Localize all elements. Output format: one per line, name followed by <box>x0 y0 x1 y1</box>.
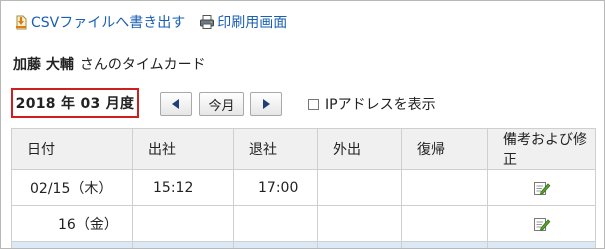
timecard-owner-title: 加藤 大輔 さんのタイムカード <box>13 54 206 74</box>
partial-cell <box>317 241 402 248</box>
col-date: 日付 <box>11 128 133 170</box>
edit-note-icon[interactable] <box>533 180 551 196</box>
table-row-partial <box>11 241 596 248</box>
current-month-label: 2018 年 03 月度 <box>15 96 135 112</box>
col-clock-in: 出社 <box>132 128 234 170</box>
row-clock-in <box>132 205 234 242</box>
printer-icon <box>200 15 215 29</box>
row-return <box>401 169 488 206</box>
row-date: 16（金） <box>11 205 133 242</box>
partial-cell <box>401 241 488 248</box>
row-out <box>317 205 402 242</box>
timecard-table: 日付 出社 退社 外出 復帰 備考および修正 02/15（木） 15:12 17… <box>11 128 596 248</box>
current-month-button[interactable]: 今月 <box>199 92 244 116</box>
row-clock-in: 15:12 <box>132 169 234 206</box>
prev-month-button[interactable] <box>160 92 192 116</box>
current-month-button-label: 今月 <box>208 98 235 114</box>
toolbar: CSVファイルへ書き出す 印刷用画面 <box>13 11 287 33</box>
print-view-label: 印刷用画面 <box>217 15 288 31</box>
show-ip-checkbox[interactable] <box>308 98 319 110</box>
partial-cell <box>132 241 234 248</box>
col-return: 復帰 <box>401 128 488 170</box>
csv-export-label: CSVファイルへ書き出す <box>31 15 186 31</box>
col-out: 外出 <box>317 128 402 170</box>
row-out <box>317 169 402 206</box>
table-header-row: 日付 出社 退社 外出 復帰 備考および修正 <box>11 128 596 170</box>
arrow-left-icon <box>172 99 179 109</box>
partial-cell <box>11 241 133 248</box>
timecard-panel: CSVファイルへ書き出す 印刷用画面 加藤 大輔 さんのタイムカード 2018 … <box>0 0 605 249</box>
user-name: 加藤 大輔 <box>13 57 74 73</box>
show-ip-toggle[interactable]: IPアドレスを表示 <box>308 94 436 114</box>
csv-export-link[interactable]: CSVファイルへ書き出す <box>13 12 185 32</box>
col-clock-out: 退社 <box>233 128 318 170</box>
current-month: 2018 年 03 月度 <box>11 88 139 118</box>
row-clock-out: 17:00 <box>233 169 318 206</box>
row-edit-cell <box>487 169 596 206</box>
next-month-button[interactable] <box>250 92 282 116</box>
partial-cell <box>233 241 318 248</box>
table-row: 02/15（木） 15:12 17:00 <box>11 169 596 206</box>
row-return <box>401 205 488 242</box>
print-view-link[interactable]: 印刷用画面 <box>199 12 287 32</box>
col-notes-edit: 備考および修正 <box>487 128 596 170</box>
show-ip-label: IPアドレスを表示 <box>325 97 436 113</box>
row-date: 02/15（木） <box>11 169 133 206</box>
table-row: 16（金） <box>11 205 596 242</box>
partial-cell <box>487 241 596 248</box>
row-clock-out <box>233 205 318 242</box>
timecard-suffix: さんのタイムカード <box>79 57 206 73</box>
row-edit-cell <box>487 205 596 242</box>
arrow-right-icon <box>263 99 270 109</box>
csv-download-icon <box>16 15 27 30</box>
edit-note-icon[interactable] <box>533 216 551 232</box>
